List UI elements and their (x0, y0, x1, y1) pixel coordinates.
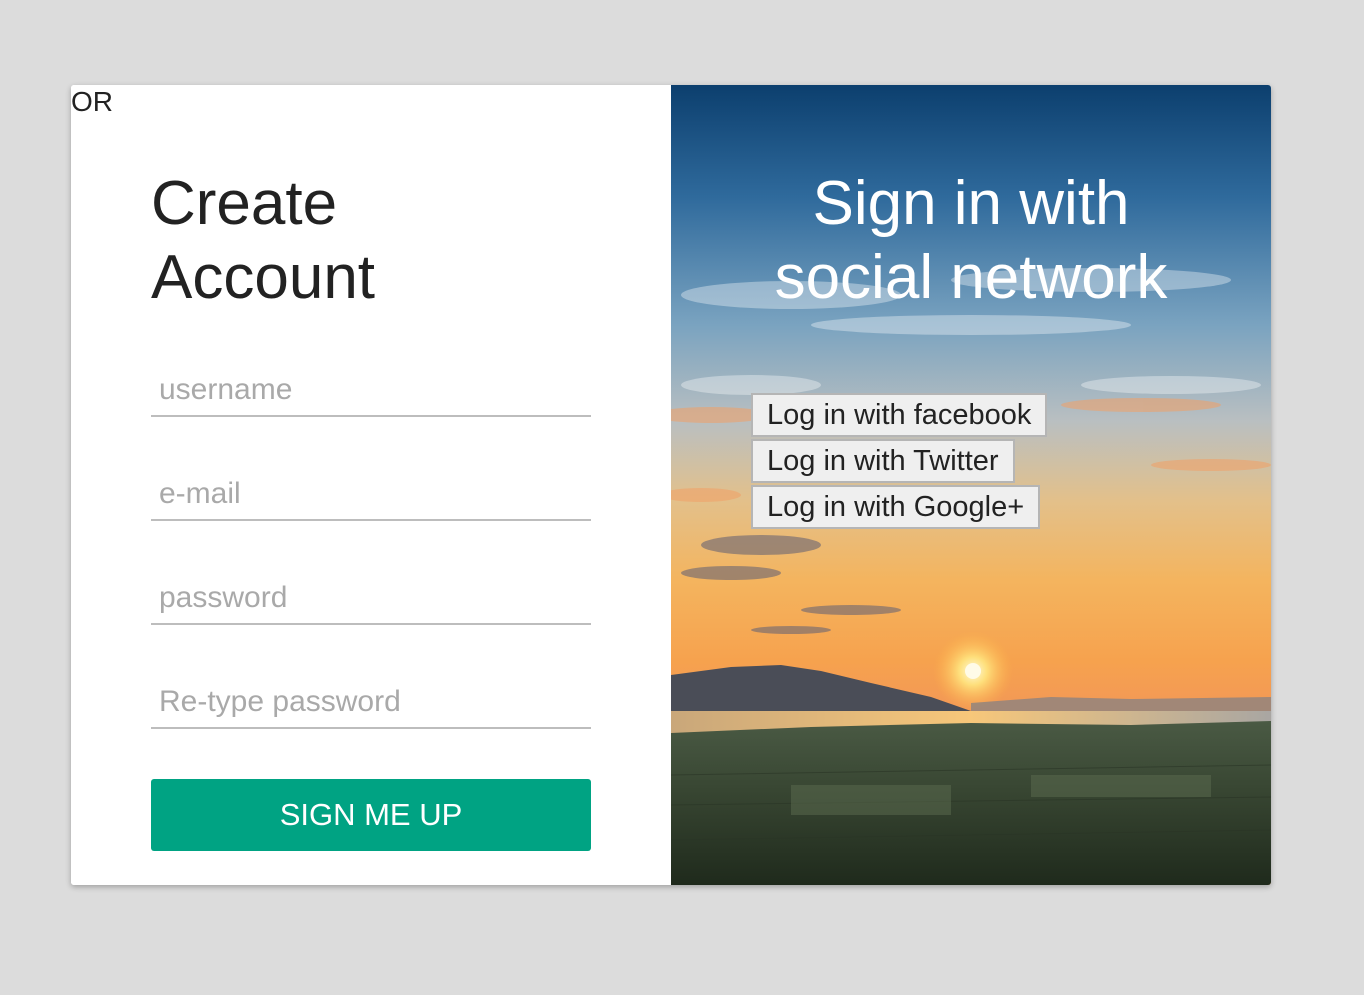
facebook-login-button[interactable]: Log in with facebook (751, 393, 1048, 437)
twitter-login-button[interactable]: Log in with Twitter (751, 439, 1015, 483)
email-input[interactable] (151, 469, 591, 521)
signup-card: OR Create Account SIGN ME UP (71, 85, 1271, 885)
signup-panel: OR Create Account SIGN ME UP (71, 85, 671, 885)
password-input[interactable] (151, 573, 591, 625)
retype-password-input[interactable] (151, 677, 591, 729)
social-signin-panel: Sign in with social network Log in with … (671, 85, 1271, 885)
social-signin-title: Sign in with social network (774, 169, 1168, 312)
username-input[interactable] (151, 365, 591, 417)
google-login-button[interactable]: Log in with Google+ (751, 485, 1041, 529)
or-divider-label: OR (71, 86, 113, 117)
create-account-title: Create Account (151, 169, 376, 312)
sign-me-up-button[interactable]: SIGN ME UP (151, 779, 591, 851)
